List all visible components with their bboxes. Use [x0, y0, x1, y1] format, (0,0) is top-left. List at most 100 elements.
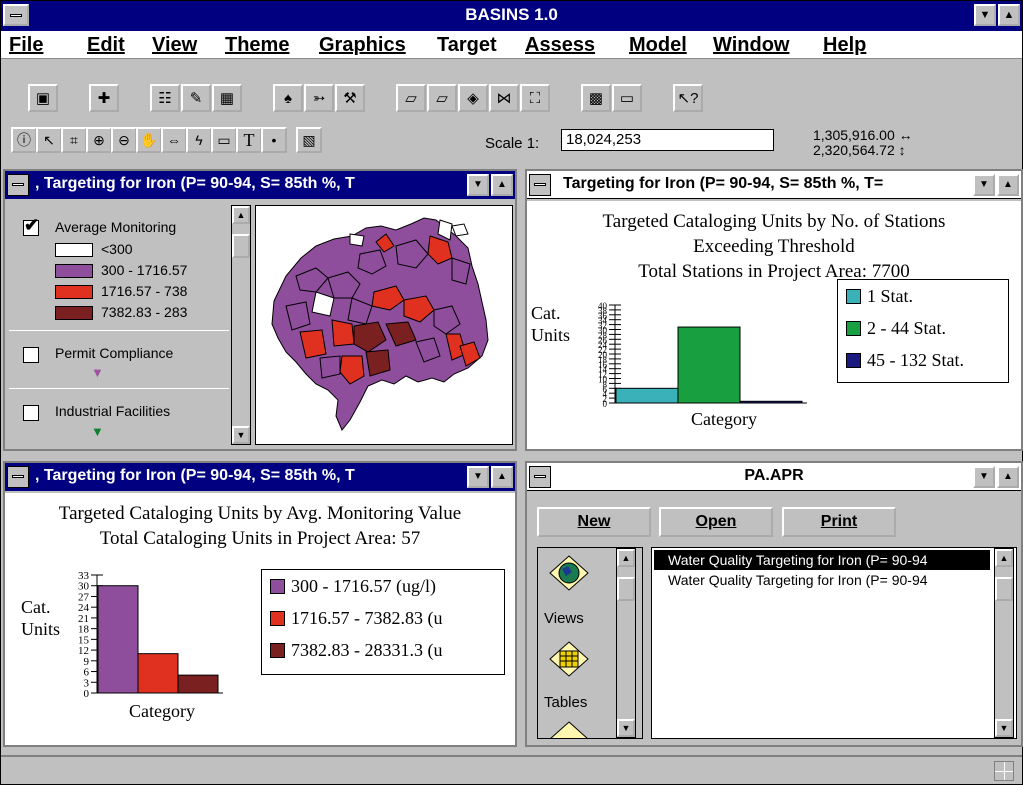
chart2-bar-3[interactable] [177, 674, 219, 694]
chart1-ylabel-1: Cat. [531, 303, 561, 323]
switch-selection-icon[interactable]: ◈ [458, 84, 488, 112]
open-table-icon[interactable]: ▦ [212, 84, 242, 112]
legend-swatch-1 [55, 243, 93, 257]
chart2-legend-item-1: 300 - 1716.57 (ug/l) [270, 576, 436, 597]
identify-icon[interactable]: ⓘ [11, 127, 37, 153]
menu-edit[interactable]: Edit [87, 34, 125, 57]
menu-theme[interactable]: Theme [225, 34, 289, 57]
label-icon[interactable]: ▭ [211, 127, 237, 153]
text-icon[interactable]: T [236, 127, 262, 153]
chart1-bar-1[interactable] [615, 387, 679, 404]
minimize-button[interactable]: ▼ [974, 4, 996, 26]
chart2-tick-label: 21 [78, 613, 89, 625]
map-display[interactable] [255, 205, 513, 445]
query-builder-icon[interactable]: ⚒ [335, 84, 365, 112]
zoom-in-icon[interactable]: ⊕ [86, 127, 112, 153]
chart2-title-bar[interactable]: , Targeting for Iron (P= 90-94, S= 85th … [5, 463, 515, 491]
chart2-bar-1[interactable] [97, 585, 139, 694]
pointer-icon[interactable]: ↖ [36, 127, 62, 153]
basins-app-window: BASINS 1.0 ▼ ▲ File Edit View Theme Grap… [0, 0, 1023, 785]
save-icon[interactable]: ▣ [28, 84, 58, 112]
list-scroll-up-icon[interactable]: ▲ [995, 549, 1013, 567]
add-theme-icon[interactable]: ✚ [89, 84, 119, 112]
zoom-out-fixed-icon[interactable]: ⛶ [520, 84, 550, 112]
maximize-button[interactable]: ▲ [998, 4, 1020, 26]
tables-icon[interactable] [548, 640, 590, 678]
scroll-thumb[interactable] [232, 234, 250, 258]
vertex-edit-icon[interactable]: ⌗ [61, 127, 87, 153]
find-icon[interactable]: ♠ [273, 84, 303, 112]
chart1-bar-3[interactable] [739, 400, 803, 404]
charts-icon[interactable] [548, 720, 590, 738]
theme-properties-icon[interactable]: ☷ [150, 84, 180, 112]
views-icon[interactable] [548, 554, 590, 592]
chart1-system-icon[interactable] [529, 174, 551, 196]
measure-icon[interactable]: ⇔ [161, 127, 187, 153]
scroll-down-icon[interactable]: ▼ [232, 426, 250, 444]
permit-compliance-checkbox[interactable] [23, 347, 39, 363]
pan-icon[interactable]: ✋ [136, 127, 162, 153]
menu-graphics[interactable]: Graphics [319, 34, 406, 57]
project-title-bar[interactable]: PA.APR ▼ ▲ [527, 463, 1021, 491]
map-window-maximize[interactable]: ▲ [491, 174, 513, 196]
toc-scrollbar[interactable]: ▲ ▼ [231, 205, 251, 445]
industrial-facilities-checkbox[interactable] [23, 405, 39, 421]
menu-target[interactable]: Target [437, 34, 497, 57]
document-list-item-2[interactable]: Water Quality Targeting for Iron (P= 90-… [654, 570, 990, 590]
locate-icon[interactable]: ➳ [304, 84, 334, 112]
menu-assess[interactable]: Assess [525, 34, 595, 57]
chart2-bar-2[interactable] [137, 653, 179, 694]
project-maximize[interactable]: ▲ [997, 466, 1019, 488]
map-window-system-icon[interactable] [7, 174, 29, 196]
print-button[interactable]: Print [782, 507, 896, 537]
zoom-previous-icon[interactable]: ▩ [581, 84, 611, 112]
menu-window[interactable]: Window [713, 34, 789, 57]
hotlink-icon[interactable]: ϟ [186, 127, 212, 153]
map-window-minimize[interactable]: ▼ [467, 174, 489, 196]
zoom-in-fixed-icon[interactable]: ⋈ [489, 84, 519, 112]
menu-help[interactable]: Help [823, 34, 866, 57]
chart2-maximize[interactable]: ▲ [491, 466, 513, 488]
size-grip-icon[interactable] [994, 761, 1014, 781]
menu-view[interactable]: View [152, 34, 197, 57]
clear-selection-icon[interactable]: ▱ [427, 84, 457, 112]
map-window-title-bar[interactable]: , Targeting for Iron (P= 90-94, S= 85th … [5, 171, 515, 199]
snap-icon[interactable]: ▧ [296, 127, 322, 153]
list-scroll-thumb[interactable] [995, 577, 1013, 601]
document-list-item-1[interactable]: Water Quality Targeting for Iron (P= 90-… [654, 550, 990, 570]
layer3-label: Industrial Facilities [55, 403, 171, 419]
average-monitoring-checkbox[interactable]: ✔ [23, 215, 39, 236]
doc-scroll-down-icon[interactable]: ▼ [617, 719, 635, 737]
chart2-system-icon[interactable] [7, 466, 29, 488]
open-button[interactable]: Open [659, 507, 773, 537]
doc-type-scrollbar[interactable]: ▲ ▼ [616, 548, 636, 738]
scale-input[interactable]: 18,024,253 [561, 129, 774, 151]
doc-scroll-up-icon[interactable]: ▲ [617, 549, 635, 567]
doc-scroll-thumb[interactable] [617, 577, 635, 601]
chart1-minimize[interactable]: ▼ [973, 174, 995, 196]
menu-model[interactable]: Model [629, 34, 687, 57]
zoom-full-icon[interactable]: ▭ [612, 84, 642, 112]
chart1-xlabel: Category [691, 409, 757, 429]
table-of-contents: ✔ Average Monitoring <300 300 - 1716.57 … [9, 205, 251, 445]
zoom-out-icon[interactable]: ⊖ [111, 127, 137, 153]
list-scroll-down-icon[interactable]: ▼ [995, 719, 1013, 737]
chart1-bar-2[interactable] [677, 326, 741, 404]
project-minimize[interactable]: ▼ [973, 466, 995, 488]
new-button[interactable]: New [537, 507, 651, 537]
scroll-up-icon[interactable]: ▲ [232, 206, 250, 224]
app-title-bar[interactable]: BASINS 1.0 ▼ ▲ [1, 1, 1022, 31]
layer1-label: Average Monitoring [55, 219, 177, 235]
chart2-legend: 300 - 1716.57 (ug/l) 1716.57 - 7382.83 (… [261, 569, 505, 675]
help-cursor-icon[interactable]: ↖? [673, 84, 703, 112]
select-all-icon[interactable]: ▱ [396, 84, 426, 112]
edit-legend-icon[interactable]: ✎ [181, 84, 211, 112]
chart1-maximize[interactable]: ▲ [997, 174, 1019, 196]
chart1-title-bar[interactable]: Targeting for Iron (P= 90-94, S= 85th %,… [527, 171, 1021, 199]
menu-file[interactable]: File [9, 34, 43, 57]
views-label: Views [544, 610, 584, 627]
map-window-body: ✔ Average Monitoring <300 300 - 1716.57 … [5, 201, 515, 449]
draw-point-icon[interactable]: • [261, 127, 287, 153]
chart2-minimize[interactable]: ▼ [467, 466, 489, 488]
document-list-scrollbar[interactable]: ▲ ▼ [994, 548, 1014, 738]
